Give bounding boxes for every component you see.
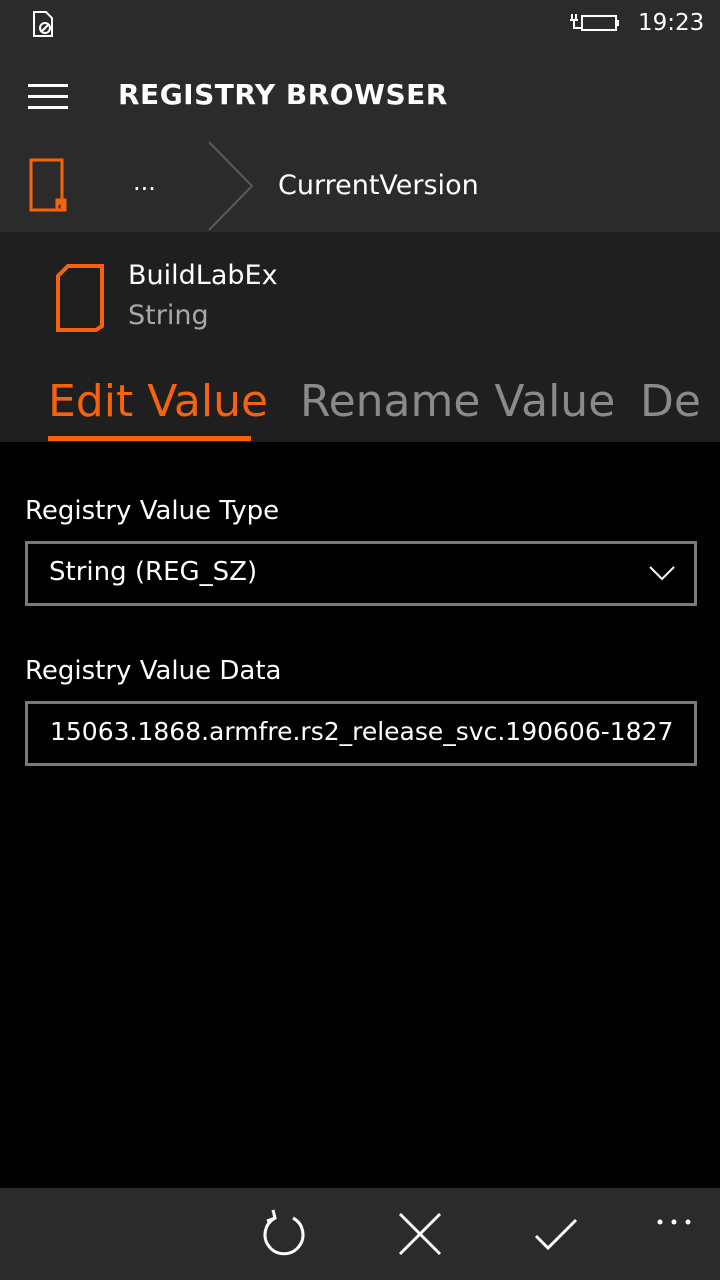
pivot-tabs: Edit Value Rename Value De [0,372,720,442]
app-bar [0,1188,720,1280]
registry-value-data-label: Registry Value Data [25,656,282,686]
breadcrumb-ellipsis[interactable]: ... [133,168,156,196]
active-tab-indicator [48,436,251,441]
cancel-icon[interactable] [392,1206,448,1262]
breadcrumb-separator-icon [208,141,254,231]
no-sim-icon [33,11,53,37]
title-bar: REGISTRY BROWSER [0,50,720,140]
tab-rename-value[interactable]: Rename Value [300,372,615,432]
refresh-icon[interactable] [256,1206,312,1262]
breadcrumb: ... CurrentVersion [0,140,720,232]
chevron-down-icon [649,566,675,581]
tab-delete-value[interactable]: De [640,372,701,432]
registry-value-type-select[interactable]: String (REG_SZ) [25,541,697,606]
value-type: String [128,300,209,331]
value-header: BuildLabEx String Edit Value Rename Valu… [0,232,720,442]
battery-charging-icon [570,14,619,31]
registry-root-icon[interactable] [26,156,74,214]
hamburger-icon[interactable] [20,74,76,120]
breadcrumb-current[interactable]: CurrentVersion [278,170,479,201]
registry-value-data-input[interactable]: 15063.1868.armfre.rs2_release_svc.190606… [25,701,697,766]
accept-icon[interactable] [528,1206,584,1262]
tab-edit-value[interactable]: Edit Value [48,372,268,432]
registry-value-type-label: Registry Value Type [25,496,280,526]
more-icon[interactable] [650,1202,700,1242]
value-name: BuildLabEx [128,260,278,291]
status-time: 19:23 [638,10,705,36]
status-bar: 19:23 [0,0,720,50]
value-file-icon [56,264,104,332]
page-title: REGISTRY BROWSER [118,78,448,111]
registry-value-data-text: 15063.1868.armfre.rs2_release_svc.190606… [50,717,674,746]
registry-value-type-selected: String (REG_SZ) [49,557,258,587]
